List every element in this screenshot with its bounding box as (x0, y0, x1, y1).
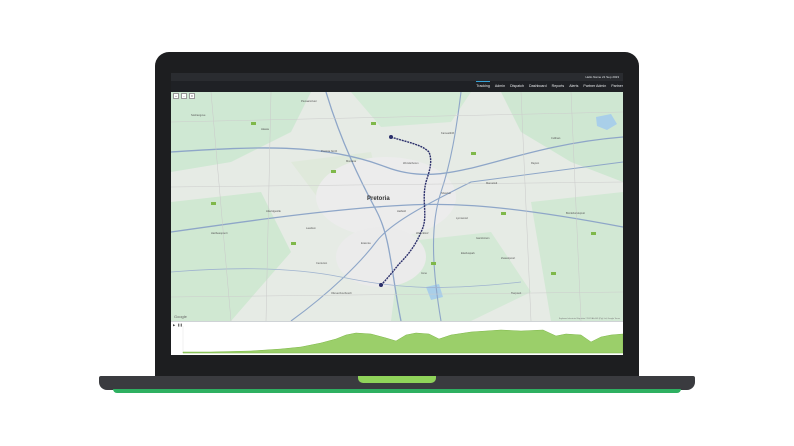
map-place-label: Lynnwood (456, 217, 468, 220)
road-shield (501, 212, 506, 215)
map-place-label: Erasmia (361, 242, 371, 245)
map-place-label: Elarduspark (461, 252, 475, 255)
route-end-marker (379, 283, 383, 287)
map-place-label: Centurion (316, 262, 328, 265)
map-view[interactable]: + − ≡ Pretoria Soshanguve Akasia Pretori… (171, 92, 623, 321)
nav-tab-reports[interactable]: Reports (552, 81, 565, 92)
map-place-label: Cullinan (551, 137, 561, 140)
nav-tab-tracking[interactable]: Tracking (476, 81, 490, 92)
map-place-label: Montana (346, 160, 357, 163)
nav-tab-partner[interactable]: Partner (611, 81, 623, 92)
map-place-label: Zwavelpoort (501, 257, 516, 260)
map-controls: + − ≡ (173, 93, 195, 99)
road-shield (471, 152, 476, 155)
route-start-marker (389, 135, 393, 139)
map-place-label: Silverton (441, 192, 452, 195)
road-shield (331, 170, 336, 173)
nav-tab-partner-admin[interactable]: Partner Admin (583, 81, 606, 92)
map-place-label: Olievenhoutbosch (331, 292, 352, 295)
map-place-label: Atteridgeville (266, 210, 281, 213)
road-shield (591, 232, 596, 235)
nav-items: Tracking Admin Dispatch Dashboard Report… (476, 81, 623, 92)
top-bar: Hello Name 21 Sep 2023 (171, 73, 623, 81)
nav-tab-dispatch[interactable]: Dispatch (510, 81, 524, 92)
laptop-base-accent (113, 389, 681, 393)
zoom-in-icon[interactable]: + (173, 93, 179, 99)
map-provider-logo: Google (174, 314, 187, 319)
map-place-label: Hatfield (397, 210, 406, 213)
map-city-label: Pretoria (367, 196, 390, 202)
current-date: 21 Sep 2023 (601, 75, 619, 79)
map-place-label: Garsfontein (476, 237, 490, 240)
layers-icon[interactable]: ≡ (189, 93, 195, 99)
map-place-label: Rayton (531, 162, 540, 165)
map-place-label: Laudium (306, 227, 316, 230)
map-canvas (171, 92, 623, 321)
user-info[interactable]: Hello Name 21 Sep 2023 (585, 73, 619, 81)
laptop-notch (358, 376, 436, 383)
road-shield (251, 122, 256, 125)
road-shield (551, 272, 556, 275)
map-place-label: Bronkhorstspruit (566, 212, 585, 215)
map-place-label: Waterkloof (416, 232, 429, 235)
nav-tab-dashboard[interactable]: Dashboard (529, 81, 547, 92)
map-place-label: Tierpoort (511, 292, 522, 295)
zoom-out-icon[interactable]: − (181, 93, 187, 99)
laptop-screen: Hello Name 21 Sep 2023 Tracking Admin Di… (171, 73, 623, 355)
road-shield (371, 122, 376, 125)
nav-tab-alerts[interactable]: Alerts (569, 81, 578, 92)
map-place-label: Wonderboom (403, 162, 419, 165)
user-name: Hello Name (585, 75, 602, 79)
elevation-area (182, 329, 623, 354)
map-place-label: Pienaarsrivier (301, 100, 317, 103)
main-nav: Tracking Admin Dispatch Dashboard Report… (171, 81, 623, 92)
elevation-chart (182, 326, 623, 354)
road-shield (431, 262, 436, 265)
nav-tab-admin[interactable]: Admin (495, 81, 505, 92)
map-place-label: Akasia (261, 128, 269, 131)
map-place-label: Mamelodi (486, 182, 498, 185)
map-place-label: Soshanguve (191, 114, 206, 117)
map-place-label: Pretoria North (321, 150, 338, 153)
road-shield (211, 202, 216, 205)
map-place-label: Hartbeespoort (211, 232, 228, 235)
map-place-label: Irene (421, 272, 427, 275)
road-shield (291, 242, 296, 245)
map-place-label: Kameeldrift (441, 132, 455, 135)
elevation-chart-panel: ▶ ❚❚ (171, 321, 623, 355)
map-attribution: Keyboard shortcuts Map data ©2023 AfriGI… (558, 318, 620, 320)
